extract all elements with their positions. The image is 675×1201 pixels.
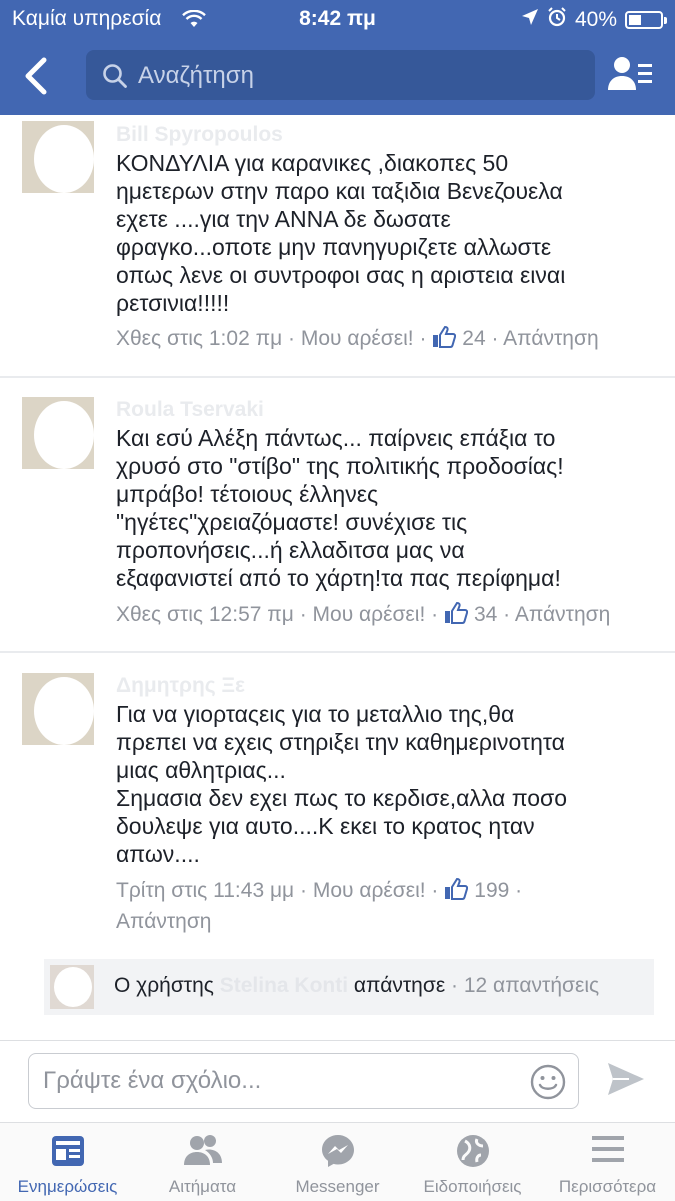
comment-text: Για να γιορταςεις για το μεταλλιο της,θα…: [116, 700, 656, 868]
comment-line: Για να γιορταςεις για το μεταλλιο της,θα: [116, 701, 515, 727]
comment-line: εχετε ....για την ΑΝΝΑ δε δωσατε: [116, 206, 451, 232]
search-input[interactable]: Αναζήτηση: [86, 50, 595, 100]
comment-item: Δημητρης Ξε Για να γιορταςεις για το μετ…: [0, 655, 675, 945]
comment-item: Roula Tservaki Και εσύ Αλέξη πάντως... π…: [0, 380, 675, 650]
news-feed-icon: [50, 1133, 86, 1174]
comment-line: ημετερων στην παρο και ταξιδια Βενεζουελ…: [116, 178, 563, 204]
reply-button[interactable]: Απάντηση: [116, 910, 211, 933]
alarm-icon: [547, 7, 567, 33]
comment-line: χρυσό στο "στίβο" της πολιτικής προδοσία…: [116, 453, 564, 479]
comment-placeholder: Γράψτε ένα σχόλιο...: [43, 1067, 262, 1094]
divider: [0, 376, 675, 378]
comment-line: δουλεψε για αυτο....Κ εκει το κρατος ητα…: [116, 813, 535, 839]
send-icon[interactable]: [606, 1061, 646, 1102]
location-arrow-icon: [521, 8, 539, 32]
like-count: 24: [462, 327, 486, 350]
tab-requests[interactable]: Αιτήματα: [135, 1123, 270, 1201]
avatar[interactable]: [22, 121, 94, 193]
comment-meta: Χθες στις 1:02 πμ · Μου αρέσει! · 24 · Α…: [116, 325, 661, 356]
comment-line: φραγκο...οποτε μην πανηγυριζετε αλλωστε: [116, 234, 552, 260]
friends-list-icon[interactable]: [608, 54, 658, 94]
tab-label: Περισσότερα: [558, 1177, 657, 1196]
view-replies-row[interactable]: Ο χρήστης Stelina Konti απάντησε · 12 απ…: [44, 959, 654, 1015]
comment-line: προπονήσεις...ή ελλαδιτσα μας να: [116, 537, 465, 563]
comment-text: ΚΟΝΔΥΛΙΑ για καρανικες ,διακοπες 50 ημετ…: [116, 149, 656, 317]
like-button[interactable]: Μου αρέσει!: [301, 327, 414, 350]
divider: [0, 651, 675, 653]
reply-button[interactable]: Απάντηση: [515, 603, 610, 626]
search-placeholder: Αναζήτηση: [138, 62, 254, 89]
replies-summary: Ο χρήστης Stelina Konti απάντησε · 12 απ…: [114, 974, 600, 997]
comment-line: απων....: [116, 841, 200, 867]
navbar: Αναζήτηση: [0, 44, 675, 110]
replies-action: απάντησε: [353, 974, 446, 997]
tab-label: Ενημερώσεις: [17, 1177, 118, 1196]
comment-meta: Τρίτη στις 11:43 μμ · Μου αρέσει! · 199 …: [116, 877, 523, 933]
like-count: 34: [473, 603, 498, 626]
comment-item: Bill Spyropoulos ΚΟΝΔΥΛΙΑ για καρανικες …: [0, 115, 675, 377]
comment-line: ρετσινια!!!!!: [116, 290, 230, 316]
comment-author[interactable]: Roula Tservaki: [116, 398, 264, 422]
comment-line: Σημασια δεν εχει πως το κερδισε,αλλα ποσ…: [116, 785, 568, 811]
friend-requests-icon: [183, 1133, 223, 1172]
back-button[interactable]: [22, 54, 62, 98]
comment-line: εξαφανιστεί από το χάρτη!τα πας περίφημα…: [116, 565, 561, 591]
like-button[interactable]: Μου αρέσει!: [313, 879, 426, 902]
thumbs-up-icon: [444, 877, 469, 908]
avatar[interactable]: [22, 397, 94, 469]
comment-time[interactable]: Τρίτη στις 11:43 μμ: [116, 879, 294, 902]
comment-author[interactable]: Bill Spyropoulos: [116, 123, 283, 147]
reply-button[interactable]: Απάντηση: [503, 327, 598, 350]
header: Καμία υπηρεσία 8:42 πμ 40% Αναζήτηση: [0, 0, 675, 115]
tab-label: Messenger: [295, 1177, 380, 1196]
comment-time[interactable]: Χθες στις 1:02 πμ: [116, 327, 282, 350]
avatar: [50, 965, 94, 1009]
tab-more[interactable]: Περισσότερα: [540, 1123, 675, 1201]
thumbs-up-icon: [432, 325, 457, 356]
battery-icon: [625, 11, 667, 29]
replier-name: Stelina Konti: [219, 974, 349, 997]
comment-line: πρεπει να εχεις στηριξει την καθημερινοτ…: [116, 729, 565, 755]
like-count: 199: [474, 879, 510, 902]
avatar[interactable]: [22, 673, 94, 745]
status-bar: Καμία υπηρεσία 8:42 πμ 40%: [0, 0, 675, 38]
comment-line: μιας αθλητριας...: [116, 757, 286, 783]
messenger-icon: [320, 1133, 356, 1174]
comment-meta: Χθες στις 12:57 πμ · Μου αρέσει! · 34 · …: [116, 601, 661, 632]
emoji-icon[interactable]: [530, 1064, 566, 1105]
thumbs-up-icon: [444, 601, 469, 632]
tab-news-feed[interactable]: Ενημερώσεις: [0, 1123, 135, 1201]
comment-line: "ηγέτες"χρειαζόμαστε! συνέχισε τις: [116, 509, 468, 535]
tab-notifications[interactable]: Ειδοποιήσεις: [405, 1123, 540, 1201]
comment-line: Και εσύ Αλέξη πάντως... παίρνεις επάξια …: [116, 425, 556, 451]
comment-line: οπως λενε οι συντροφοι σας η αριστεια ει…: [116, 262, 566, 288]
tab-messenger[interactable]: Messenger: [270, 1123, 405, 1201]
replies-count: 12 απαντήσεις: [463, 974, 600, 997]
comment-input[interactable]: Γράψτε ένα σχόλιο...: [28, 1053, 579, 1109]
comment-composer: Γράψτε ένα σχόλιο...: [0, 1040, 675, 1123]
like-button[interactable]: Μου αρέσει!: [313, 603, 426, 626]
comment-author[interactable]: Δημητρης Ξε: [116, 674, 245, 698]
comment-text: Και εσύ Αλέξη πάντως... παίρνεις επάξια …: [116, 424, 656, 592]
search-icon: [102, 63, 128, 94]
comment-time[interactable]: Χθες στις 12:57 πμ: [116, 603, 294, 626]
menu-icon: [590, 1133, 626, 1170]
comment-line: μπράβο! τέτοιους έλληνες: [116, 481, 379, 507]
tab-label: Ειδοποιήσεις: [423, 1177, 522, 1196]
comment-line: ΚΟΝΔΥΛΙΑ για καρανικες ,διακοπες 50: [116, 150, 509, 176]
bottom-tab-bar: Ενημερώσεις Αιτήματα Messenger Ειδοποιήσ…: [0, 1122, 675, 1201]
tab-label: Αιτήματα: [168, 1177, 237, 1196]
battery-percent: 40%: [574, 8, 617, 31]
globe-notifications-icon: [455, 1133, 491, 1174]
replies-prefix: Ο χρήστης: [114, 974, 214, 997]
